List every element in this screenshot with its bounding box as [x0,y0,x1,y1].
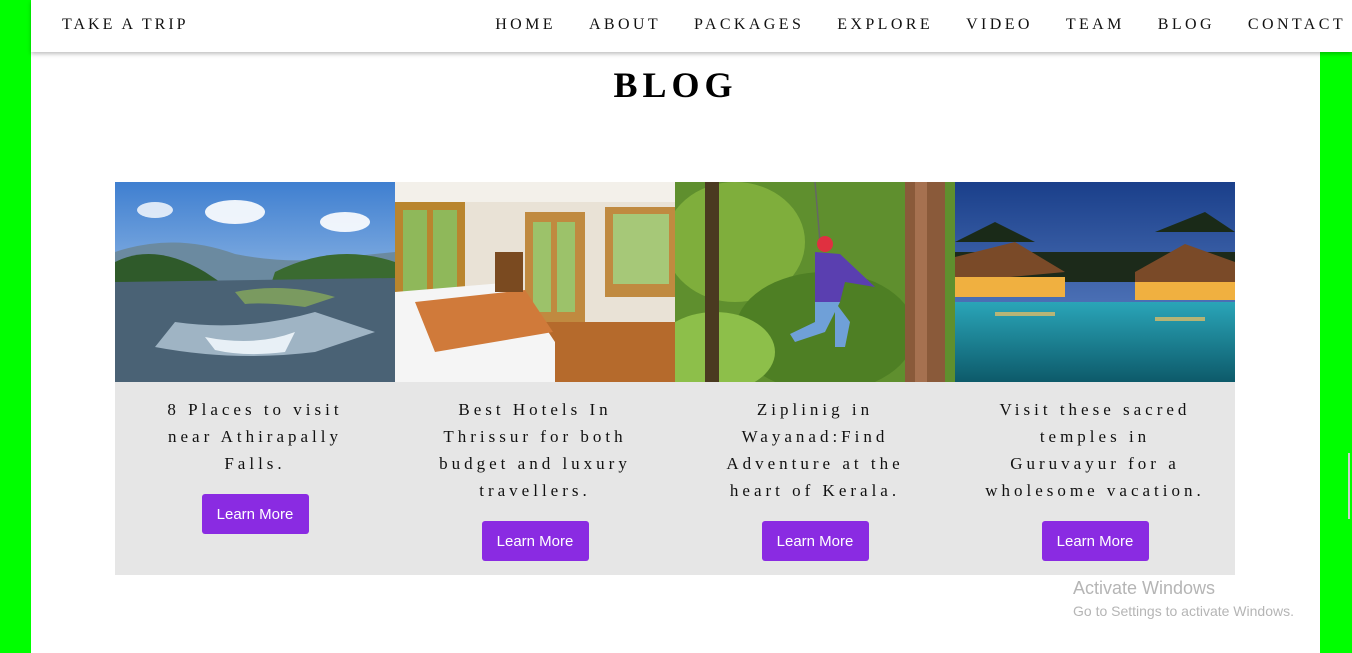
blog-card-title: Ziplinig in Wayanad:Find Adventure at th… [726,400,904,500]
blog-card: Ziplinig in Wayanad:Find Adventure at th… [675,182,955,575]
learn-more-button[interactable]: Learn More [201,494,309,534]
zipline-photo [675,182,955,382]
nav-home[interactable]: HOME [495,16,556,34]
learn-more-button[interactable]: Learn More [481,521,589,561]
nav-contact[interactable]: CONTACT [1248,16,1346,34]
watermark-title: Activate Windows [1073,578,1216,598]
main-nav: HOME ABOUT PACKAGES EXPLORE VIDEO TEAM B… [462,16,1346,34]
nav-team[interactable]: TEAM [1066,16,1125,34]
blog-card: 8 Places to visit near Athirapally Falls… [115,182,395,575]
navbar: TAKE A TRIP HOME ABOUT PACKAGES EXPLORE … [31,0,1352,52]
blog-card-title: Visit these sacred temples in Guruvayur … [985,400,1205,500]
blog-card-title: Best Hotels In Thrissur for both budget … [439,400,631,500]
nav-video[interactable]: VIDEO [966,16,1033,34]
blog-card: Visit these sacred temples in Guruvayur … [955,182,1235,575]
hotel-room-photo [395,182,675,382]
blog-cards: 8 Places to visit near Athirapally Falls… [115,182,1235,575]
nav-blog[interactable]: BLOG [1158,16,1215,34]
blog-card: Best Hotels In Thrissur for both budget … [395,182,675,575]
nav-about[interactable]: ABOUT [589,16,661,34]
brand-logo[interactable]: TAKE A TRIP [62,16,189,34]
section-title: BLOG [613,65,738,105]
activate-windows-watermark: Activate Windows Go to Settings to activ… [1073,578,1294,619]
watermark-subtitle: Go to Settings to activate Windows. [1073,603,1294,619]
blog-card-title: 8 Places to visit near Athirapally Falls… [167,400,343,473]
resort-pool-photo [955,182,1235,382]
page-scrollbar[interactable] [1348,453,1350,519]
nav-explore[interactable]: EXPLORE [837,16,933,34]
learn-more-button[interactable]: Learn More [761,521,869,561]
river-photo [115,182,395,382]
nav-packages[interactable]: PACKAGES [694,16,804,34]
learn-more-button[interactable]: Learn More [1041,521,1149,561]
